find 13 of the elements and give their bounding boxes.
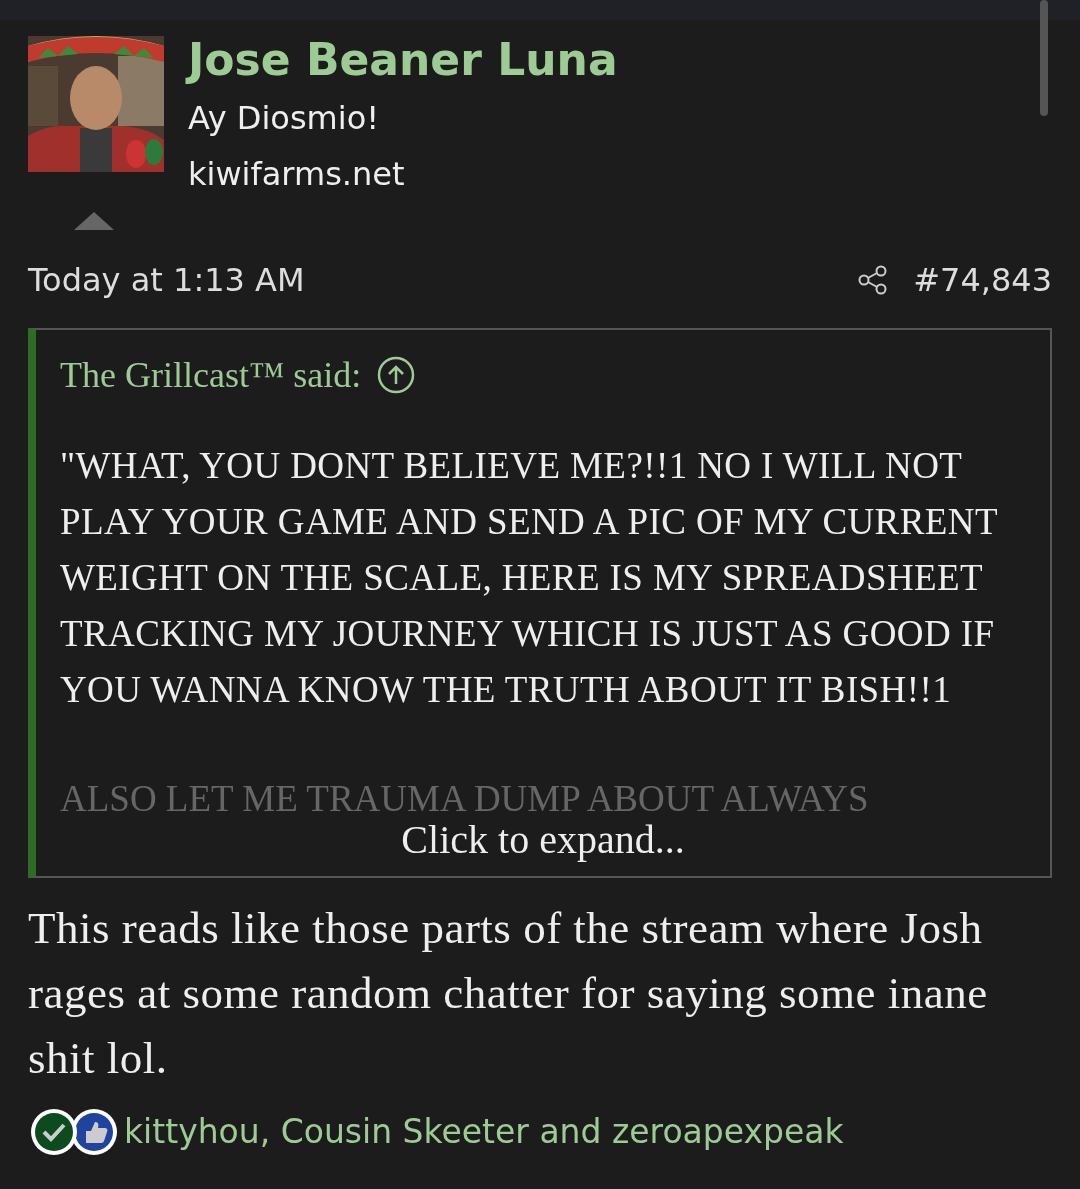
expand-link[interactable]: Click to expand... <box>401 817 685 862</box>
collapse-icon[interactable] <box>74 211 114 232</box>
reaction-users-link[interactable]: kittyhou, Cousin Skeeter and zeroapexpeak <box>124 1106 844 1157</box>
user-website: kiwifarms.net <box>188 154 406 195</box>
jump-up-icon[interactable] <box>377 355 416 394</box>
quote-author-link[interactable]: The Grillcast™ said: <box>60 347 362 402</box>
quote-text: "WHAT, YOU DONT BELIEVE ME?!!1 NO I WILL NOT PLAY YOUR GAME AND SEND A PIC OF MY CURRENT WEIGHT ON THE SCALE, HERE IS MY SPREADSHEET TRACKING MY JOURNEY WHICH IS JUST AS GOOD IF YOU WANNA KNOW THE TRUTH ABOUT IT BISH!!1 <box>60 443 999 712</box>
post-number-link[interactable]: #74,843 <box>913 255 1052 304</box>
post-text: This reads like those parts of the stream where Josh rages at some random chatter for saying some inane shit lol. <box>28 901 989 1085</box>
scrollbar[interactable] <box>1040 0 1048 116</box>
user-title: Ay Diosmio! <box>188 98 381 140</box>
quote-faded-text: ALSO LET ME TRAUMA DUMP ABOUT ALWAYS <box>60 779 870 818</box>
post-time[interactable]: Today at 1:13 AM <box>28 255 305 304</box>
